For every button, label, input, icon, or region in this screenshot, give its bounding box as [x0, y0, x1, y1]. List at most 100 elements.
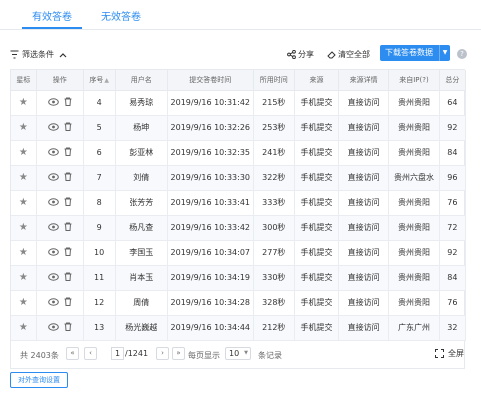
sort-icon[interactable]: ▲ [104, 77, 109, 84]
delete-icon[interactable] [64, 222, 72, 232]
delete-icon[interactable] [64, 322, 72, 332]
star-icon[interactable]: ★ [19, 147, 28, 158]
last-page-button[interactable]: » [172, 347, 185, 360]
row-actions-cell [36, 290, 84, 316]
clear-all-button[interactable]: 清空全部 [327, 49, 370, 60]
next-page-button[interactable]: › [156, 347, 169, 360]
row-submit-time: 2019/9/16 10:33:30 [167, 165, 254, 191]
star-icon[interactable]: ★ [19, 197, 28, 208]
download-data-button[interactable]: 下载答卷数据 ▼ [380, 45, 450, 61]
pagination-bar: 共 2403条 « ‹ 1/1241 › » 每页显示 10 ▼ 条记录 全屏 [10, 346, 465, 366]
column-header-source-detail: 来源详情 [338, 70, 390, 91]
star-icon[interactable]: ★ [19, 272, 28, 283]
table-row: ★ 8 张芳芳 2019/9/16 10:33:41 333秒 手机提交 直接访问 贵州贵阳 7… [11, 190, 467, 216]
view-icon[interactable] [47, 98, 59, 106]
row-score: 96 [439, 165, 467, 191]
delete-icon[interactable] [64, 297, 72, 307]
row-time-used: 300秒 [253, 215, 296, 241]
toolbar: 筛选条件 分享 清空全部 下载答卷数据 ▼ ? [0, 44, 481, 66]
answer-tabs: 有效答卷 无效答卷 [0, 0, 481, 30]
row-star-cell: ★ [11, 90, 37, 116]
star-icon[interactable]: ★ [19, 247, 28, 258]
row-actions-cell [36, 265, 84, 291]
star-icon[interactable]: ★ [19, 322, 28, 333]
per-page-label: 每页显示 [188, 351, 220, 360]
column-header-submit-time: 提交答卷时间 [167, 70, 254, 91]
external-query-settings-button[interactable]: 对外查询设置 [10, 372, 68, 388]
table-row: ★ 12 周倩 2019/9/16 10:34:28 328秒 手机提交 直接访问 贵州贵阳 7… [11, 290, 467, 316]
eraser-icon [327, 51, 336, 59]
delete-icon[interactable] [64, 197, 72, 207]
view-icon[interactable] [47, 223, 59, 231]
caret-down-icon[interactable]: ▼ [439, 45, 450, 61]
row-seq: 7 [83, 165, 116, 191]
row-time-used: 215秒 [253, 90, 296, 116]
row-username: 张芳芳 [115, 190, 169, 216]
star-icon[interactable]: ★ [19, 172, 28, 183]
row-username: 杨光巍越 [115, 315, 169, 341]
row-seq: 8 [83, 190, 116, 216]
active-tab-indicator [22, 27, 82, 29]
first-page-button[interactable]: « [66, 347, 79, 360]
row-score: 76 [439, 190, 467, 216]
per-page-select[interactable]: 10 ▼ [225, 347, 251, 360]
fullscreen-button[interactable]: 全屏 [435, 348, 464, 359]
page-indicator: 1/1241 [111, 347, 148, 360]
tab-valid-answers[interactable]: 有效答卷 [32, 8, 72, 23]
view-icon[interactable] [47, 273, 59, 281]
table-row: ★ 7 刘倩 2019/9/16 10:33:30 322秒 手机提交 直接访问 贵州六盘水 9… [11, 165, 467, 191]
row-seq: 9 [83, 215, 116, 241]
filter-toggle-button[interactable]: 筛选条件 [10, 49, 67, 60]
delete-icon[interactable] [64, 247, 72, 257]
row-username: 李国玉 [115, 240, 169, 266]
view-icon[interactable] [47, 298, 59, 306]
row-source-detail: 直接访问 [338, 290, 390, 316]
view-icon[interactable] [47, 323, 59, 331]
row-source: 手机提交 [294, 190, 339, 216]
view-icon[interactable] [47, 248, 59, 256]
row-actions-cell [36, 240, 84, 266]
row-source-detail: 直接访问 [338, 265, 390, 291]
column-header-seq[interactable]: 序号▲ [83, 70, 116, 91]
tab-invalid-answers[interactable]: 无效答卷 [101, 8, 141, 23]
view-icon[interactable] [47, 173, 59, 181]
row-source: 手机提交 [294, 315, 339, 341]
row-time-used: 241秒 [253, 140, 296, 166]
row-seq: 4 [83, 90, 116, 116]
clear-all-label: 清空全部 [338, 50, 370, 59]
filter-label: 筛选条件 [22, 50, 54, 59]
row-submit-time: 2019/9/16 10:33:41 [167, 190, 254, 216]
row-actions-cell [36, 115, 84, 141]
row-source: 手机提交 [294, 115, 339, 141]
row-star-cell: ★ [11, 315, 37, 341]
delete-icon[interactable] [64, 122, 72, 132]
star-icon[interactable]: ★ [19, 297, 28, 308]
delete-icon[interactable] [64, 97, 72, 107]
view-icon[interactable] [47, 123, 59, 131]
delete-icon[interactable] [64, 272, 72, 282]
row-submit-time: 2019/9/16 10:34:07 [167, 240, 254, 266]
delete-icon[interactable] [64, 172, 72, 182]
row-score: 64 [439, 90, 467, 116]
star-icon[interactable]: ★ [19, 97, 28, 108]
delete-icon[interactable] [64, 147, 72, 157]
star-icon[interactable]: ★ [19, 222, 28, 233]
row-source-detail: 直接访问 [338, 165, 390, 191]
row-time-used: 277秒 [253, 240, 296, 266]
row-score: 32 [439, 315, 467, 341]
row-source-detail: 直接访问 [338, 215, 390, 241]
help-icon[interactable]: ? [457, 49, 467, 59]
star-icon[interactable]: ★ [19, 122, 28, 133]
share-label: 分享 [298, 50, 314, 59]
view-icon[interactable] [47, 198, 59, 206]
page-total: /1241 [125, 349, 149, 358]
view-icon[interactable] [47, 148, 59, 156]
records-label: 条记录 [258, 351, 282, 360]
table-row: ★ 10 李国玉 2019/9/16 10:34:07 277秒 手机提交 直接访问 贵州贵阳… [11, 240, 467, 266]
current-page-input[interactable]: 1 [111, 347, 124, 360]
row-username: 杨凡查 [115, 215, 169, 241]
row-actions-cell [36, 165, 84, 191]
prev-page-button[interactable]: ‹ [84, 347, 97, 360]
row-source: 手机提交 [294, 140, 339, 166]
share-button[interactable]: 分享 [287, 49, 314, 60]
